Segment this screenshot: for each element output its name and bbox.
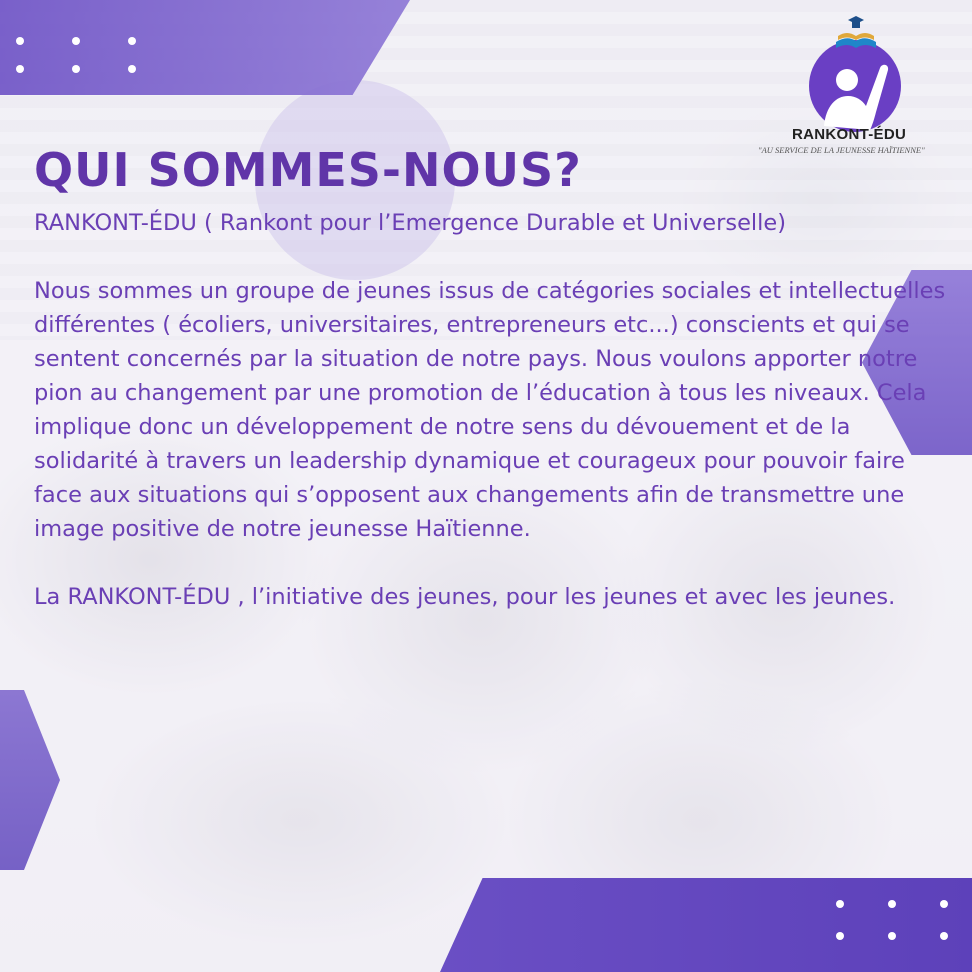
dot-pattern-bottom xyxy=(836,900,948,940)
dot-pattern-top xyxy=(16,37,136,73)
poster: RANKONT-ÉDU "AU SERVICE DE LA JEUNESSE H… xyxy=(0,0,972,972)
description-paragraph: Nous sommes un groupe de jeunes issus de… xyxy=(34,278,946,542)
main-content: QUI SOMMES-NOUS? RANKONT-ÉDU ( Rankont p… xyxy=(34,140,946,614)
closing-paragraph: La RANKONT-ÉDU , l’initiative des jeunes… xyxy=(34,584,896,610)
rankont-edu-logo: RANKONT-ÉDU "AU SERVICE DE LA JEUNESSE H… xyxy=(752,8,957,158)
page-subtitle: RANKONT-ÉDU ( Rankont pour l’Emergence D… xyxy=(34,210,787,236)
page-title: QUI SOMMES-NOUS? xyxy=(34,143,582,197)
